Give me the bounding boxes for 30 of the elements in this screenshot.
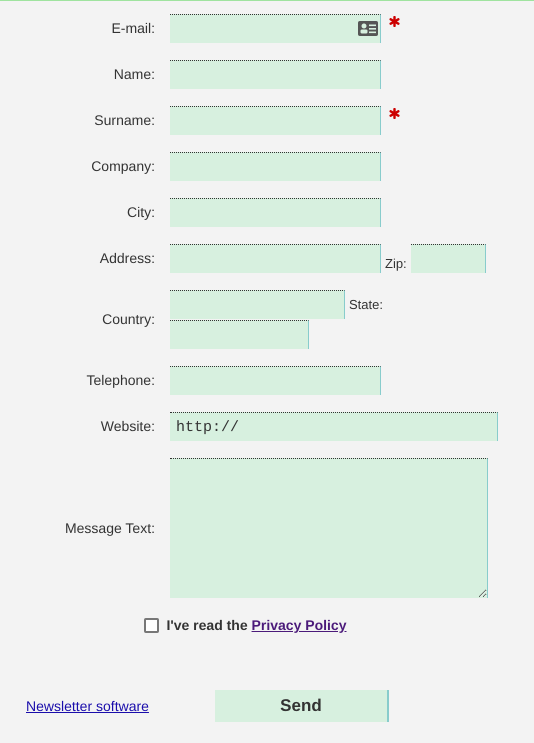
website-field[interactable]: http:// <box>170 412 498 441</box>
text-field[interactable] <box>170 366 381 395</box>
address-field[interactable] <box>170 244 381 273</box>
field-label: Message Text: <box>64 518 155 538</box>
state-field[interactable] <box>170 320 309 349</box>
consent-text: I've read the Privacy Policy <box>166 616 346 635</box>
send-button[interactable]: Send <box>214 690 389 722</box>
field-label: Website: <box>100 417 155 436</box>
text-field[interactable] <box>170 106 381 135</box>
message-field[interactable] <box>170 458 488 598</box>
text-field[interactable] <box>170 60 381 89</box>
zip-field[interactable] <box>410 244 486 273</box>
field-label: State: <box>349 296 383 314</box>
field-label: E-mail: <box>110 19 155 38</box>
email-field[interactable] <box>170 14 381 43</box>
field-label: Address: <box>98 249 155 268</box>
contact-card-icon[interactable] <box>358 21 378 36</box>
country-field[interactable] <box>170 290 345 319</box>
field-label: Name: <box>112 65 155 84</box>
field-label: Telephone: <box>85 371 155 390</box>
text-field[interactable] <box>170 152 381 181</box>
text-field[interactable] <box>170 198 381 227</box>
field-label: Zip: <box>385 254 407 273</box>
field-label: Country: <box>101 310 155 329</box>
checkbox[interactable] <box>144 618 158 633</box>
field-label: Surname: <box>93 111 155 130</box>
privacy-policy-link[interactable]: Privacy Policy <box>252 617 346 633</box>
field-label: Company: <box>90 157 155 176</box>
field-label: City: <box>126 203 155 222</box>
newsletter-link[interactable]: Newsletter software <box>26 696 149 716</box>
